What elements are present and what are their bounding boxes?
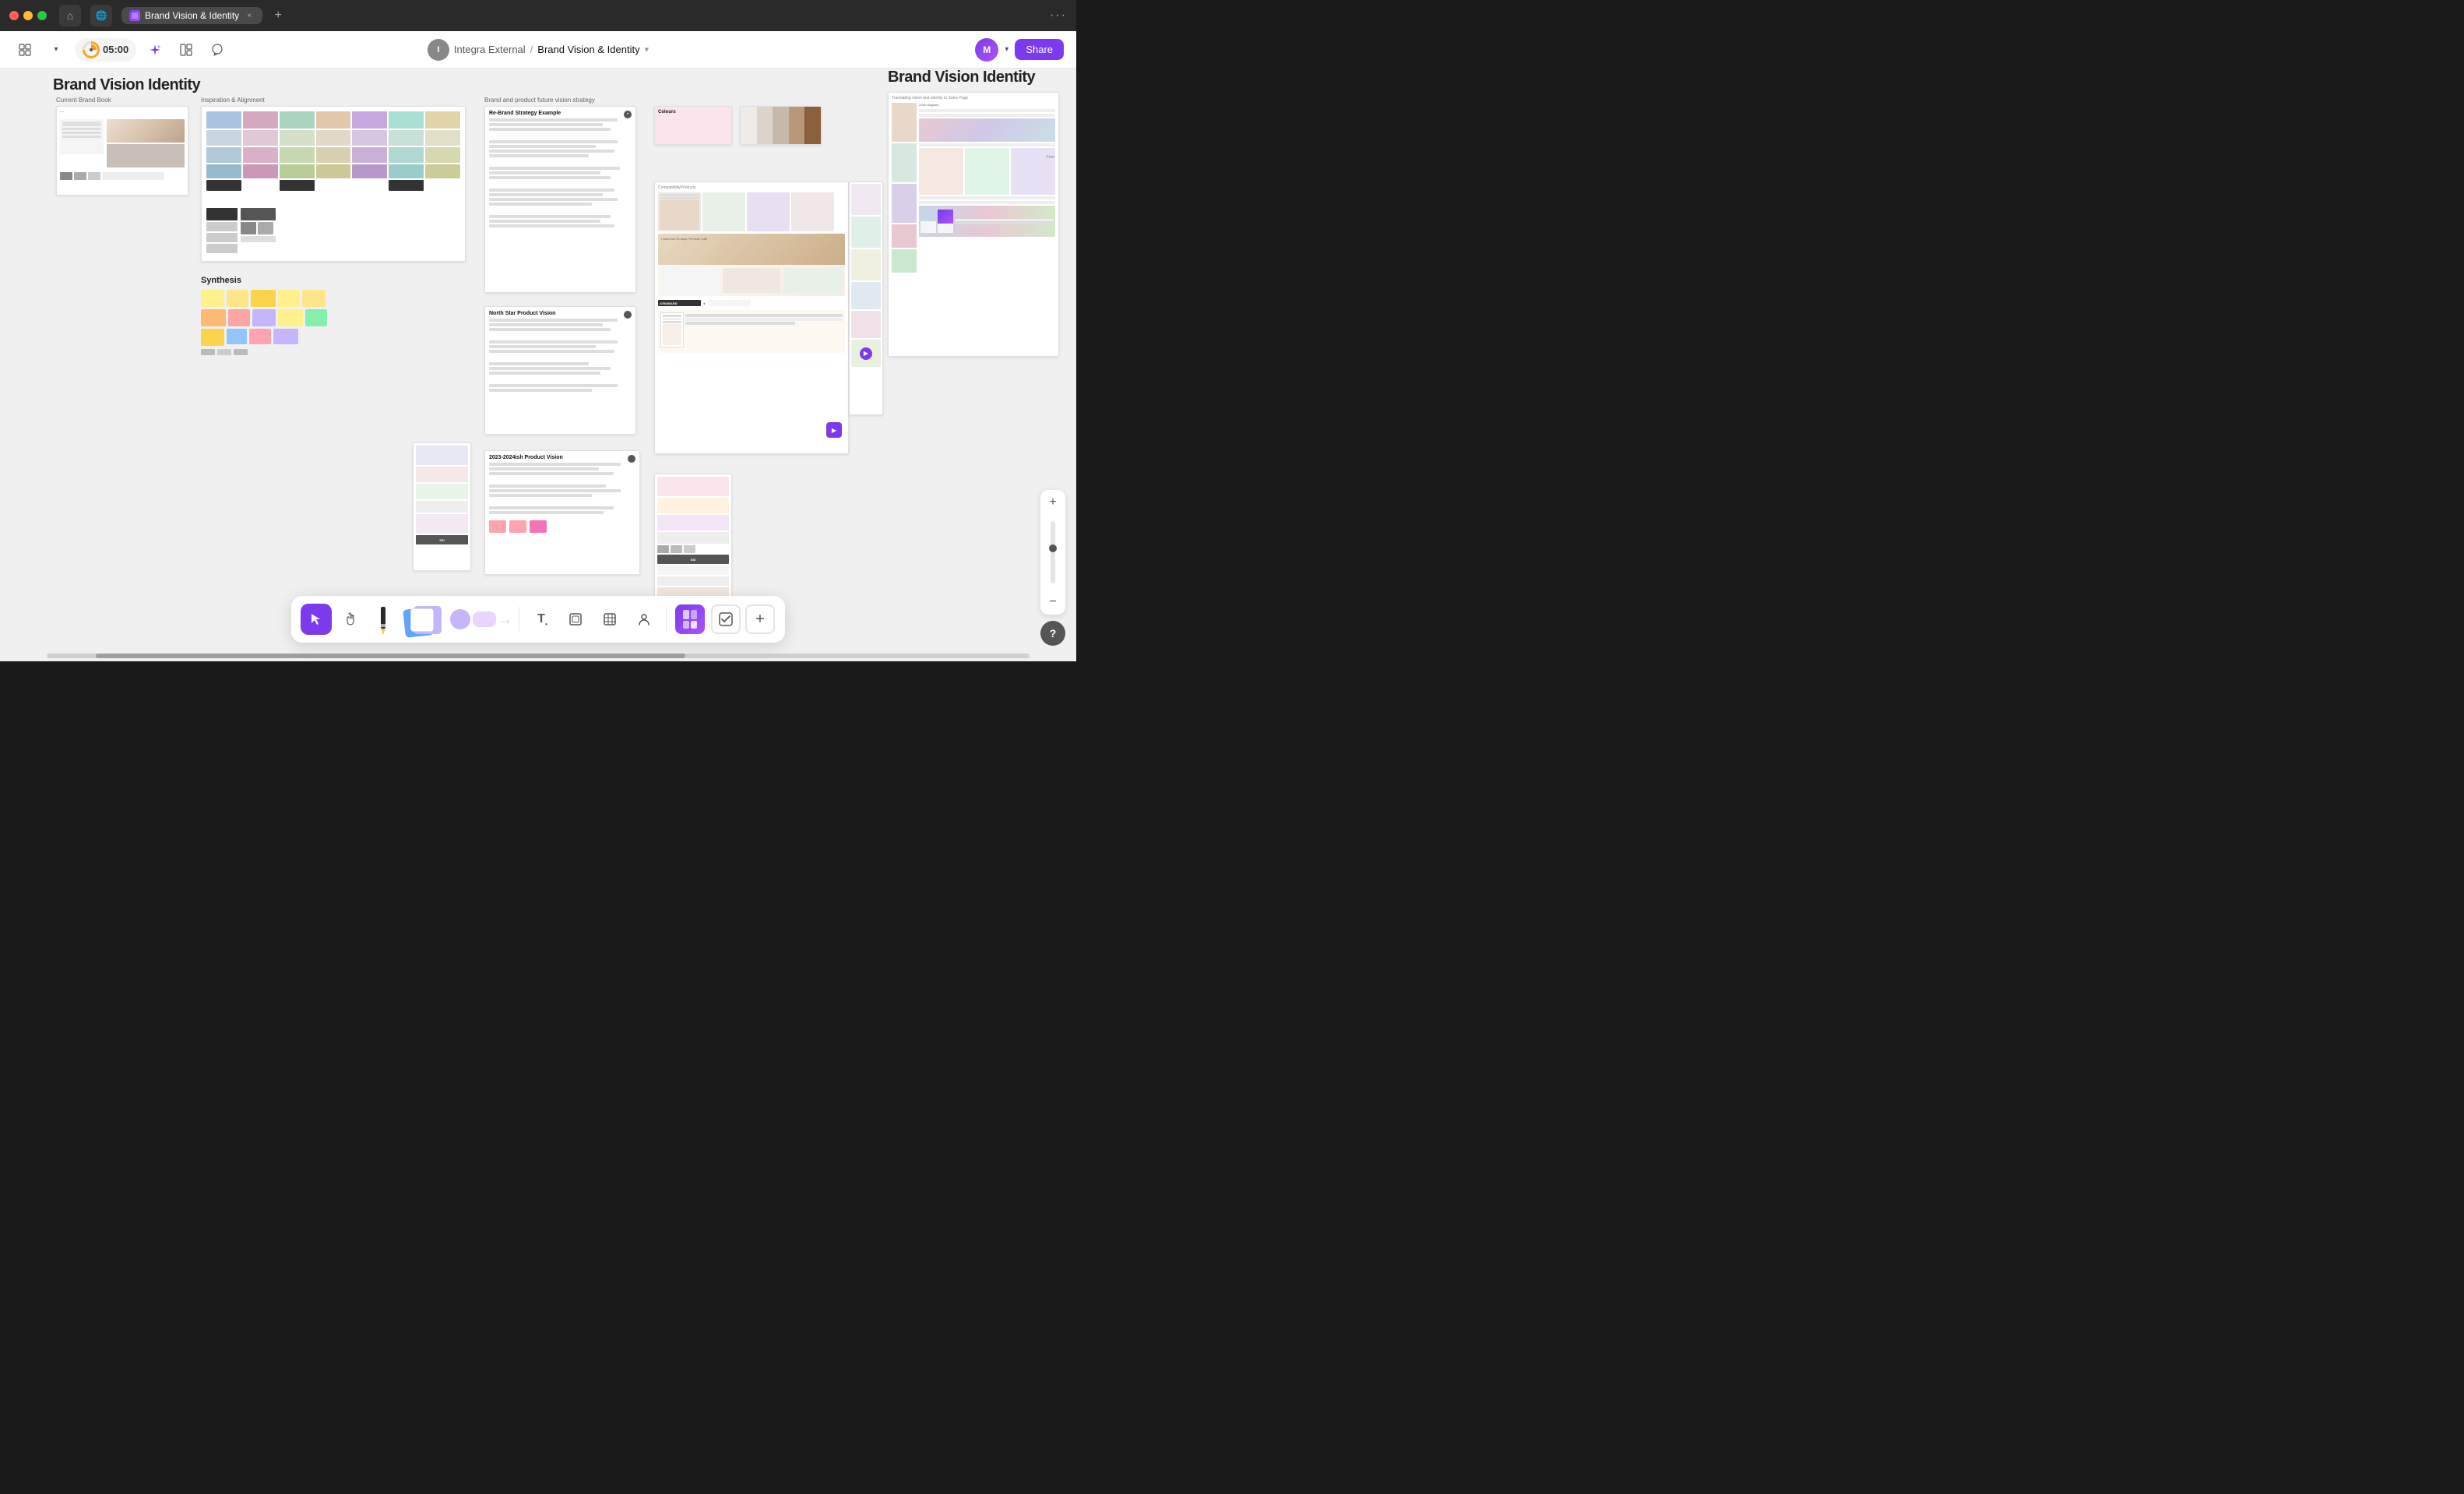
globe-button[interactable]: 🌐 bbox=[90, 5, 112, 26]
select-tool-button[interactable] bbox=[301, 604, 332, 635]
card-rebrand-strategy[interactable]: Re-Brand Strategy Example bbox=[484, 106, 636, 293]
toolbar-separator-2 bbox=[666, 607, 667, 632]
workspace-avatar: I bbox=[428, 39, 449, 61]
layout-button[interactable] bbox=[174, 37, 199, 62]
shapes-tool-button[interactable]: → bbox=[450, 604, 512, 635]
minimize-window-button[interactable] bbox=[23, 11, 33, 20]
tab-close-button[interactable]: × bbox=[244, 10, 255, 21]
tools-dropdown-button[interactable]: ▾ bbox=[44, 37, 69, 62]
hand-tool-button[interactable] bbox=[335, 604, 366, 635]
breadcrumb-workspace[interactable]: Integra External bbox=[454, 44, 526, 55]
canvas-big-label-1: Brand Vision Identity bbox=[53, 76, 200, 94]
text-tool-button[interactable]: T • bbox=[526, 604, 557, 635]
user-avatar[interactable]: M bbox=[975, 38, 998, 62]
breadcrumb-separator: / bbox=[530, 44, 533, 55]
breadcrumb-dropdown-icon[interactable]: ▾ bbox=[645, 44, 649, 55]
tasks-button[interactable] bbox=[710, 604, 741, 635]
zoom-controls: + − bbox=[1040, 490, 1065, 615]
timer-icon bbox=[83, 41, 100, 58]
canvas-area[interactable]: Brand Vision Identity Current Brand Book… bbox=[0, 69, 1076, 661]
timer-display: 05:00 bbox=[103, 44, 128, 55]
home-button[interactable]: ⌂ bbox=[59, 5, 81, 26]
card-product-vision-2024[interactable]: 2023-2024ish Product Vision bbox=[484, 450, 640, 575]
synthesis-cluster[interactable]: Synthesis bbox=[201, 273, 357, 347]
frame-label-inspiration: Inspiration & Alignment bbox=[201, 97, 265, 104]
maximize-window-button[interactable] bbox=[37, 11, 47, 20]
zoom-in-button[interactable]: + bbox=[1040, 490, 1065, 515]
zoom-out-button[interactable]: − bbox=[1040, 590, 1065, 615]
horizontal-scrollbar[interactable] bbox=[47, 654, 1030, 658]
traffic-lights bbox=[9, 11, 47, 20]
zoom-track[interactable] bbox=[1051, 521, 1055, 583]
tools-button[interactable] bbox=[12, 37, 37, 62]
active-tab[interactable]: Brand Vision & Identity × bbox=[121, 7, 262, 24]
help-button[interactable]: ? bbox=[1040, 621, 1065, 646]
frame-wireframe-small[interactable]: SSI bbox=[413, 442, 471, 571]
toolbar-left: ▾ 05:00 bbox=[12, 37, 421, 62]
new-tab-button[interactable]: + bbox=[269, 6, 287, 25]
titlebar: ⌂ 🌐 Brand Vision & Identity × + ··· bbox=[0, 0, 1076, 31]
chat-button[interactable] bbox=[205, 37, 230, 62]
avatar-dropdown-arrow[interactable]: ▾ bbox=[1005, 45, 1008, 54]
avatar-initials: M bbox=[983, 44, 991, 55]
tab-favicon bbox=[129, 10, 140, 21]
timer-button[interactable]: 05:00 bbox=[75, 38, 136, 62]
toolbar: ▾ 05:00 bbox=[0, 31, 1076, 69]
frame-label-current-brand: Current Brand Book bbox=[56, 97, 111, 104]
close-window-button[interactable] bbox=[9, 11, 19, 20]
frame-inspiration[interactable] bbox=[201, 106, 466, 262]
ai-button[interactable] bbox=[143, 37, 167, 62]
table-tool-button[interactable] bbox=[594, 604, 625, 635]
canvas-big-label-2: Brand Vision Identity bbox=[888, 69, 1035, 86]
share-button[interactable]: Share bbox=[1015, 39, 1064, 60]
synthesis-label: Synthesis bbox=[201, 276, 241, 285]
zoom-thumb[interactable] bbox=[1049, 544, 1057, 552]
frame-mobile-screens[interactable]: ▶ bbox=[849, 181, 883, 415]
frame-product-side[interactable]: SSI bbox=[654, 474, 732, 606]
connect-tool-button[interactable] bbox=[628, 604, 660, 635]
card-colours[interactable]: Colours bbox=[654, 106, 732, 145]
frame-compatibility-products[interactable]: CompatibilityProducts I want last 30 day… bbox=[654, 181, 849, 454]
titlebar-menu-button[interactable]: ··· bbox=[1050, 9, 1067, 23]
breadcrumb-page[interactable]: Brand Vision & Identity bbox=[537, 44, 639, 55]
frame-translating-vision[interactable]: Translating vision and identity to Sales… bbox=[888, 92, 1059, 357]
templates-button[interactable] bbox=[673, 602, 707, 636]
pencil-tool-button[interactable] bbox=[369, 602, 397, 636]
more-tools-button[interactable]: + bbox=[744, 604, 776, 635]
card-brand-colors[interactable] bbox=[740, 106, 822, 145]
breadcrumb: I Integra External / Brand Vision & Iden… bbox=[428, 39, 649, 61]
sticky-notes-tool-button[interactable] bbox=[400, 604, 447, 635]
bottom-toolbar: → T • bbox=[291, 596, 785, 643]
frame-label-brand-vision: Brand and product future vision strategy bbox=[484, 97, 595, 104]
card-north-star[interactable]: North Star Product Vision bbox=[484, 306, 636, 435]
toolbar-right: M ▾ Share bbox=[655, 38, 1064, 62]
frame-current-brand-book[interactable]: — bbox=[56, 106, 188, 196]
scrollbar-thumb[interactable] bbox=[96, 654, 685, 658]
tab-title: Brand Vision & Identity bbox=[145, 10, 239, 21]
frame-tool-button[interactable] bbox=[560, 604, 591, 635]
